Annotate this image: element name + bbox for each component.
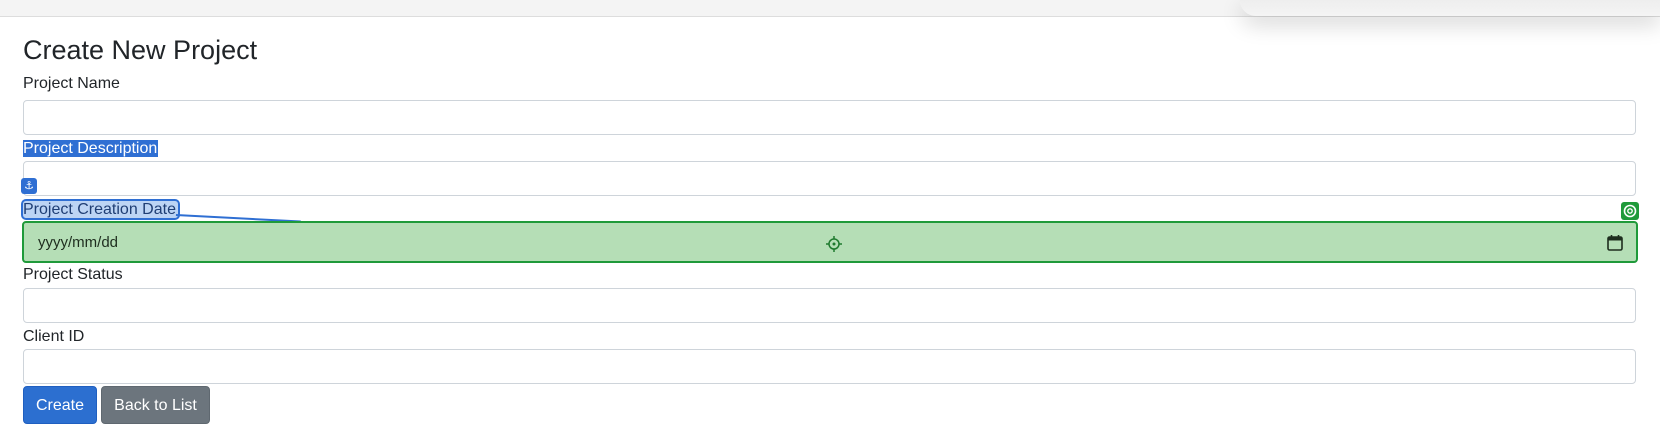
project-creation-date-input[interactable]: yyyy/mm/dd: [22, 221, 1638, 263]
project-creation-date-label-text: Project Creation Date: [21, 199, 180, 220]
anchor-icon: ⚓: [21, 178, 37, 194]
crosshair-icon: [824, 234, 844, 254]
dropdown-shadow: [1240, 0, 1660, 16]
browser-top-strip: [0, 0, 1660, 17]
calendar-icon[interactable]: [1606, 234, 1624, 252]
back-to-list-button[interactable]: Back to List: [101, 386, 210, 424]
page-title: Create New Project: [23, 35, 258, 65]
create-button[interactable]: Create: [23, 386, 97, 424]
project-name-input[interactable]: [23, 100, 1636, 135]
project-status-label: Project Status: [23, 266, 123, 283]
client-id-label: Client ID: [23, 328, 85, 345]
project-creation-date-label: Project Creation Date: [21, 199, 180, 221]
project-description-label: Project Description: [23, 138, 159, 160]
client-id-input[interactable]: [23, 349, 1636, 384]
target-badge-icon: [1621, 202, 1639, 220]
project-description-input[interactable]: [23, 161, 1636, 196]
project-status-input[interactable]: [23, 288, 1636, 323]
project-description-label-text: Project Description: [23, 140, 159, 157]
date-placeholder: yyyy/mm/dd: [38, 234, 119, 251]
project-name-label: Project Name: [23, 75, 120, 92]
